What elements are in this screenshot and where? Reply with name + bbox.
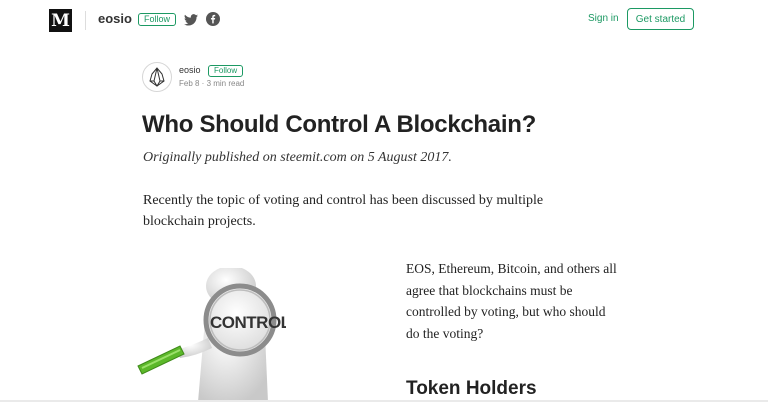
magnifier-text: CONTROL	[210, 313, 286, 332]
section-heading: Token Holders	[406, 378, 537, 399]
facebook-icon[interactable]	[206, 12, 220, 31]
side-paragraph: EOS, Ethereum, Bitcoin, and others all a…	[406, 261, 617, 341]
top-nav: M eosio Follow Sign in Get started	[0, 0, 768, 40]
post-meta: Feb 8 · 3 min read	[179, 79, 245, 88]
twitter-icon[interactable]	[184, 13, 198, 31]
author-follow-button[interactable]: Follow	[208, 65, 244, 77]
control-magnifier-illustration: CONTROL	[137, 268, 286, 402]
author-name[interactable]: eosio	[179, 65, 201, 75]
sign-in-link[interactable]: Sign in	[588, 13, 619, 24]
medium-logo[interactable]: M	[49, 9, 72, 32]
get-started-button[interactable]: Get started	[627, 8, 694, 30]
article-paragraph: Recently the topic of voting and control…	[143, 193, 544, 229]
author-avatar[interactable]	[142, 62, 172, 92]
publication-follow-button[interactable]: Follow	[138, 13, 177, 26]
article-title: Who Should Control A Blockchain?	[142, 111, 536, 138]
publication-name[interactable]: eosio	[98, 11, 132, 26]
nav-divider	[85, 11, 86, 30]
eos-logo-icon	[149, 67, 165, 87]
article-subtitle: Originally published on steemit.com on 5…	[143, 150, 452, 165]
